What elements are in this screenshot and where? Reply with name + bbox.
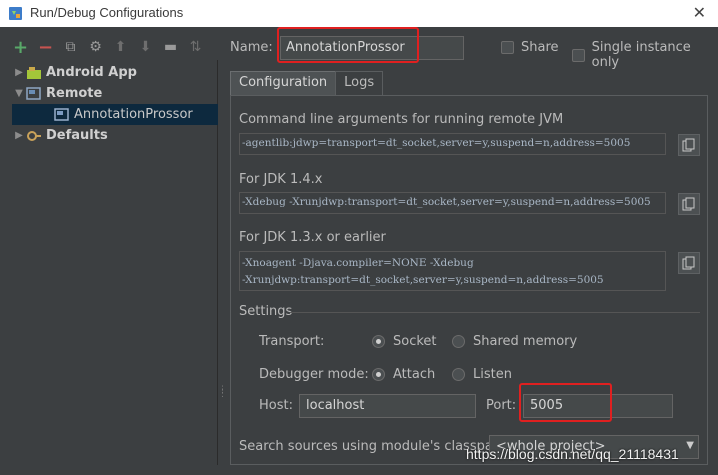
chevron-down-icon[interactable]: ▼ (686, 440, 694, 451)
remote-jvm-label: Command line arguments for running remot… (239, 112, 564, 127)
debugger-mode-label: Debugger mode: (259, 367, 369, 382)
copy-icon[interactable] (678, 193, 700, 215)
name-label: Name: (230, 40, 273, 55)
defaults-icon (26, 129, 42, 143)
folder-icon[interactable]: ▬ (162, 39, 179, 56)
jdk13-args-line: -Xnoagent -Djava.compiler=NONE -Xdebug (242, 257, 474, 269)
radio-label: Shared memory (473, 334, 578, 349)
copy-config-icon[interactable]: ⧉ (62, 39, 79, 56)
radio-label: Socket (393, 334, 437, 349)
jdk14-label: For JDK 1.4.x (239, 172, 323, 187)
close-icon[interactable]: ✕ (693, 3, 706, 22)
radio-dot[interactable] (372, 335, 385, 348)
single-instance-label: Single instance only (591, 40, 691, 70)
checkbox-box[interactable] (572, 48, 585, 62)
edit-defaults-icon[interactable]: ⚙ (87, 39, 104, 56)
radio-label: Attach (393, 367, 436, 382)
single-instance-checkbox[interactable]: Single instance only (572, 40, 718, 70)
jdk13-args[interactable]: -Xnoagent -Djava.compiler=NONE -Xdebug -… (239, 251, 666, 291)
intellij-app-icon (9, 7, 22, 20)
tree-item-label: Defaults (46, 128, 108, 143)
title-bar: Run/Debug Configurations ✕ (0, 0, 718, 27)
host-field[interactable]: localhost (299, 394, 476, 418)
tree-item-remote[interactable]: ▼ Remote (12, 83, 218, 104)
share-checkbox[interactable]: Share (501, 40, 559, 55)
add-icon[interactable]: + (12, 37, 29, 58)
radio-dot[interactable] (452, 335, 465, 348)
settings-divider (290, 312, 700, 313)
move-up-icon[interactable]: ⬆ (112, 39, 129, 56)
remote-jvm-args[interactable]: -agentlib:jdwp=transport=dt_socket,serve… (239, 133, 666, 155)
jdk14-args[interactable]: -Xdebug -Xrunjdwp:transport=dt_socket,se… (239, 192, 666, 214)
tree-item-label: AnnotationProssor (74, 107, 193, 122)
tab-logs[interactable]: Logs (335, 71, 384, 95)
remote-config-icon (54, 107, 70, 122)
radio-dot[interactable] (372, 368, 385, 381)
tree-item-defaults[interactable]: ▶ Defaults (12, 125, 218, 146)
remove-icon[interactable]: − (37, 37, 54, 58)
config-tabs: Configuration Logs (230, 71, 384, 95)
jdk13-args-line: -Xrunjdwp:transport=dt_socket,server=y,s… (242, 274, 604, 286)
host-label: Host: (259, 398, 293, 413)
tree-item-android-app[interactable]: ▶ Android App (12, 62, 218, 83)
port-label: Port: (486, 398, 517, 413)
window-title: Run/Debug Configurations (30, 5, 184, 20)
debugger-mode-listen-radio[interactable]: Listen (452, 367, 512, 382)
settings-section-label: Settings (239, 304, 293, 319)
transport-label: Transport: (259, 334, 325, 349)
remote-icon (26, 86, 42, 101)
radio-label: Listen (473, 367, 512, 382)
tree-item-label: Android App (46, 65, 137, 80)
collapse-arrow-icon[interactable]: ▼ (12, 88, 26, 99)
expand-arrow-icon[interactable]: ▶ (12, 130, 26, 141)
share-label: Share (521, 40, 559, 55)
port-field[interactable]: 5005 (523, 394, 673, 418)
android-icon (26, 66, 42, 80)
splitter-handle[interactable]: ⋮ ⋮ (218, 386, 227, 399)
expand-arrow-icon[interactable]: ▶ (12, 67, 26, 78)
tree-item-label: Remote (46, 86, 103, 101)
tree-item-annotation-prossor[interactable]: AnnotationProssor (12, 104, 218, 125)
transport-shared-memory-radio[interactable]: Shared memory (452, 334, 577, 349)
sort-icon[interactable]: ⇅ (187, 39, 204, 56)
config-toolbar: + − ⧉ ⚙ ⬆ ⬇ ▬ ⇅ (12, 37, 204, 58)
config-tree: ▶ Android App ▼ Remote AnnotationProssor… (12, 60, 218, 465)
copy-icon[interactable] (678, 252, 700, 274)
radio-dot[interactable] (452, 368, 465, 381)
tab-configuration[interactable]: Configuration (230, 71, 337, 95)
jdk13-label: For JDK 1.3.x or earlier (239, 230, 386, 245)
name-field[interactable]: AnnotationProssor (280, 36, 464, 60)
move-down-icon[interactable]: ⬇ (137, 39, 154, 56)
checkbox-box[interactable] (501, 41, 514, 54)
transport-socket-radio[interactable]: Socket (372, 334, 437, 349)
watermark: https://blog.csdn.net/qq_21118431 (466, 446, 679, 462)
debugger-mode-attach-radio[interactable]: Attach (372, 367, 435, 382)
copy-icon[interactable] (678, 134, 700, 156)
